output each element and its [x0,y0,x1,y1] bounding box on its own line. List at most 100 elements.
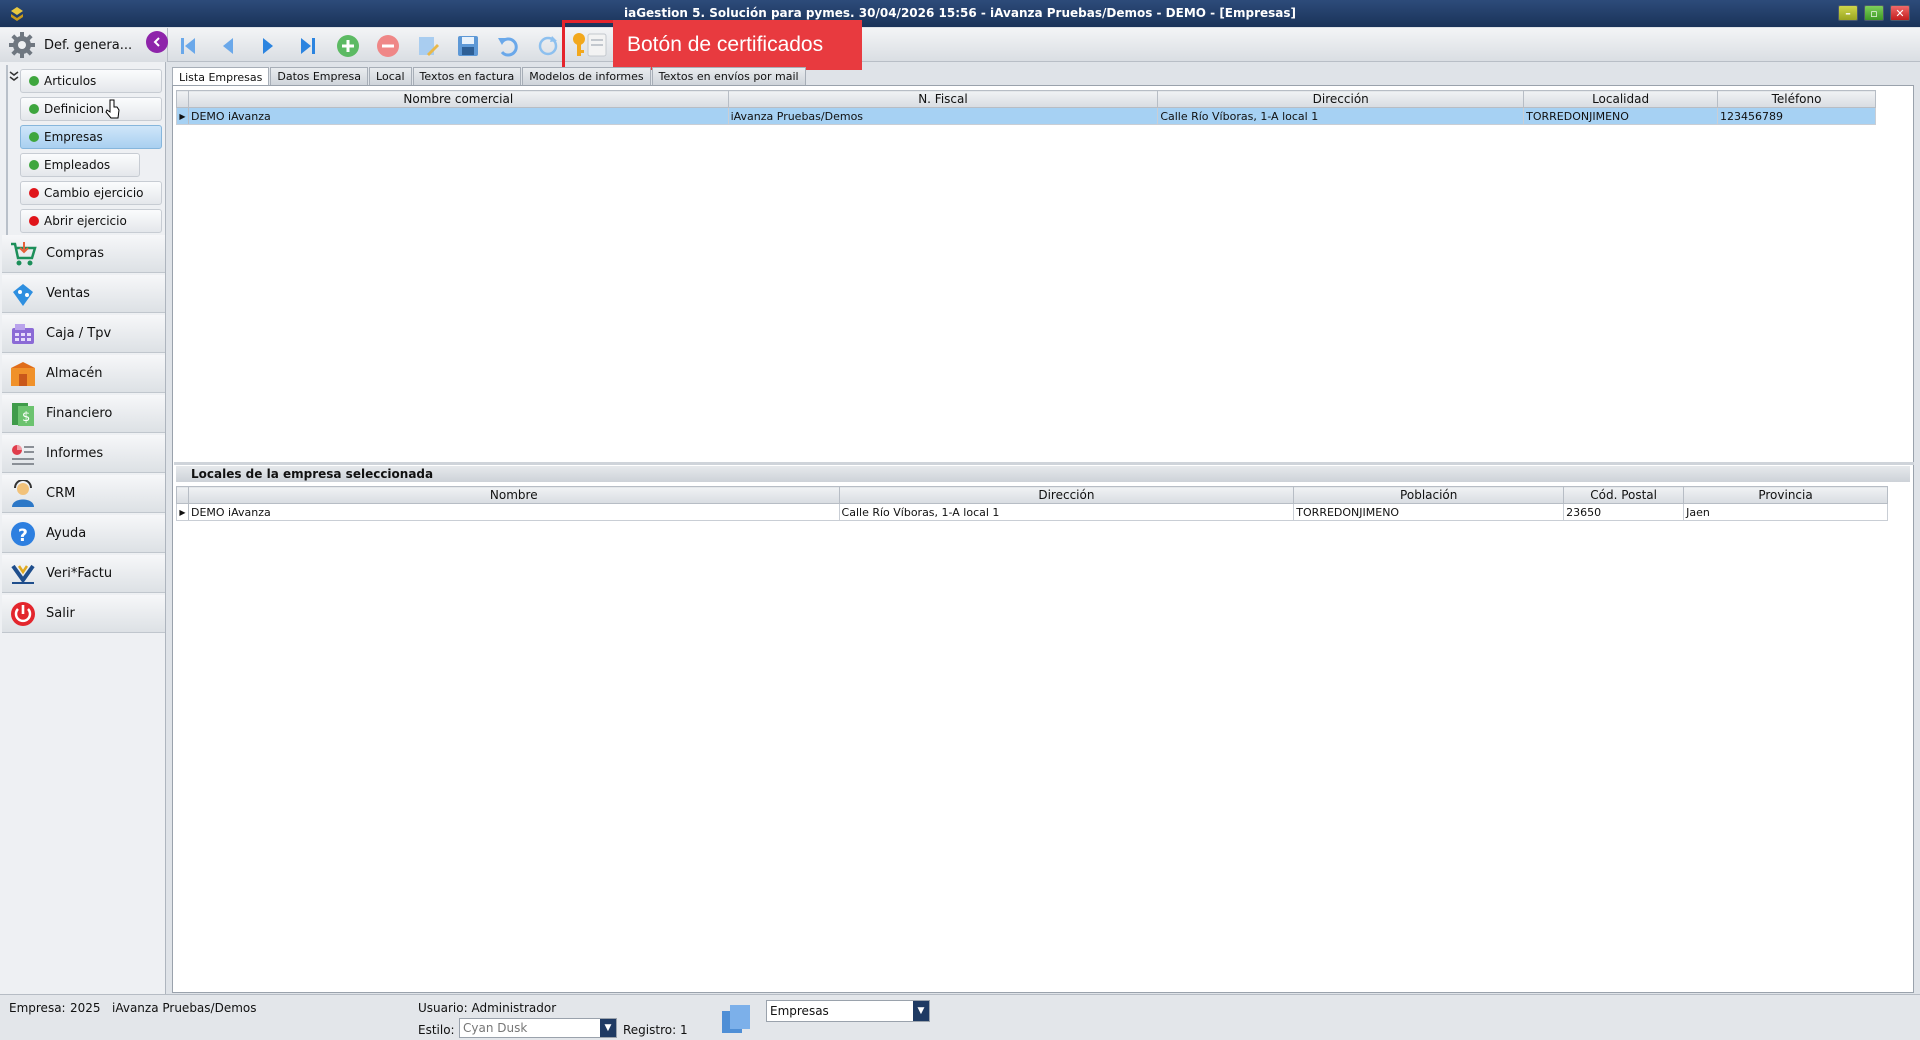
module-crm[interactable]: CRM [2,475,165,513]
next-icon [263,38,273,54]
column-header[interactable]: Nombre [187,486,840,504]
tab-textos-mail[interactable]: Textos en envíos por mail [651,67,806,85]
module-almacen[interactable]: Almacén [2,355,165,393]
maximize-button[interactable]: ▫ [1864,5,1884,21]
column-header[interactable]: Localidad [1523,90,1719,108]
minimize-button[interactable]: – [1838,5,1858,21]
module-label: Caja / Tpv [46,326,112,341]
style-select[interactable]: Cyan Dusk ▼ [459,1018,617,1038]
sales-icon [8,279,38,309]
undo-icon [498,37,518,57]
column-header[interactable]: Población [1293,486,1565,504]
submenu-item-abrir-ejercicio[interactable]: Abrir ejercicio [20,209,162,233]
tab-textos-factura[interactable]: Textos en factura [412,67,522,85]
reports-icon [8,439,38,469]
table-cell[interactable]: iAvanza Pruebas/Demos [727,107,1159,125]
previous-record-button[interactable] [214,32,242,60]
tab-lista-empresas[interactable]: Lista Empresas [172,67,270,86]
next-record-button[interactable] [254,32,282,60]
add-record-button[interactable] [334,32,362,60]
tab-local[interactable]: Local [369,67,412,85]
table-cell[interactable]: DEMO iAvanza [187,107,729,125]
module-ayuda[interactable]: ? Ayuda [2,515,165,553]
close-button[interactable]: ✕ [1890,5,1910,21]
submenu-item-empresas[interactable]: Empresas [20,125,162,149]
submenu-label: Empleados [44,158,111,172]
column-header[interactable]: Dirección [838,486,1295,504]
previous-icon [223,38,233,54]
module-compras[interactable]: Compras [2,235,165,273]
table-cell[interactable]: Calle Río Víboras, 1-A local 1 [1157,107,1525,125]
save-record-button[interactable] [454,32,482,60]
status-dot-icon [29,216,39,226]
dropdown-arrow-icon[interactable]: ▼ [913,1001,929,1021]
submenu-item-cambio-ejercicio[interactable]: Cambio ejercicio [20,181,162,205]
view-select[interactable]: Empresas ▼ [766,1000,930,1022]
table-cell[interactable]: 123456789 [1717,107,1876,125]
column-header[interactable]: Provincia [1683,486,1888,504]
column-header[interactable]: Cód. Postal [1563,486,1685,504]
toolbar [168,28,1920,62]
title-bar: iaGestion 5. Solución para pymes. 30/04/… [0,0,1920,27]
status-dot-icon [29,132,39,142]
add-icon [337,35,359,57]
status-dot-icon [29,76,39,86]
certificates-callout: Botón de certificados [562,20,862,70]
sidebar: Articulos Definicion Empresas Empleados … [0,62,166,994]
module-financiero[interactable]: $ Financiero [2,395,165,433]
help-icon: ? [8,519,38,549]
module-header[interactable]: Def. genera... [0,28,168,62]
status-dot-icon [29,160,39,170]
last-record-button[interactable] [294,32,322,60]
table-cell[interactable]: 23650 [1563,503,1685,521]
table-cell[interactable]: Calle Río Víboras, 1-A local 1 [838,503,1295,521]
edit-icon [419,37,439,56]
delete-record-button[interactable] [374,32,402,60]
mouse-cursor-icon [105,99,120,119]
verifactu-icon [8,559,38,589]
submenu-item-definicion[interactable]: Definicion [20,97,162,121]
table-cell[interactable]: DEMO iAvanza [187,503,840,521]
module-title: Def. genera... [44,37,133,53]
submenu-label: Definicion [44,102,104,116]
column-header[interactable]: Nombre comercial [187,90,729,108]
undo-button[interactable] [494,32,522,60]
module-caja-tpv[interactable]: Caja / Tpv [2,315,165,353]
table-cell[interactable]: TORREDONJIMENO [1523,107,1719,125]
module-verifactu[interactable]: Veri*Factu [2,555,165,593]
table-cell[interactable]: TORREDONJIMENO [1293,503,1565,521]
module-ventas[interactable]: Ventas [2,275,165,313]
refresh-icon [538,36,558,56]
dropdown-arrow-icon[interactable]: ▼ [600,1019,616,1037]
module-label: Ventas [46,286,90,301]
view-select-value: Empresas [770,1004,829,1018]
table-row[interactable]: ▶ DEMO iAvanza iAvanza Pruebas/Demos Cal… [176,107,1876,125]
edit-record-button[interactable] [414,32,442,60]
module-label: Veri*Factu [46,566,113,581]
chevron-left-icon [153,37,160,47]
cart-icon [8,239,38,269]
certificates-button[interactable] [567,27,611,63]
row-indicator-header [176,486,189,504]
window-title: iaGestion 5. Solución para pymes. 30/04/… [623,6,1297,20]
column-header[interactable]: Dirección [1157,90,1525,108]
tab-modelos-informes[interactable]: Modelos de informes [522,67,651,85]
svg-text:?: ? [18,526,28,546]
table-cell[interactable]: Jaen [1683,503,1888,521]
submenu-item-articulos[interactable]: Articulos [20,69,162,93]
status-bar: Empresa: 2025 iAvanza Pruebas/Demos Usua… [0,994,1920,1040]
table-row[interactable]: ▶ DEMO iAvanza Calle Río Víboras, 1-A lo… [176,503,1888,521]
locales-grid: Nombre Dirección Población Cód. Postal P… [176,486,1888,521]
module-salir[interactable]: Salir [2,595,165,633]
panel-splitter[interactable] [174,462,1914,465]
column-header[interactable]: N. Fiscal [727,90,1159,108]
module-informes[interactable]: Informes [2,435,165,473]
tab-datos-empresa[interactable]: Datos Empresa [270,67,369,85]
refresh-button[interactable] [534,32,562,60]
module-label: Compras [46,246,105,261]
submenu-item-empleados[interactable]: Empleados [20,153,140,177]
collapse-sidebar-button[interactable] [146,31,168,53]
first-record-button[interactable] [174,32,202,60]
column-header[interactable]: Teléfono [1717,90,1876,108]
submenu-label: Cambio ejercicio [44,186,144,200]
